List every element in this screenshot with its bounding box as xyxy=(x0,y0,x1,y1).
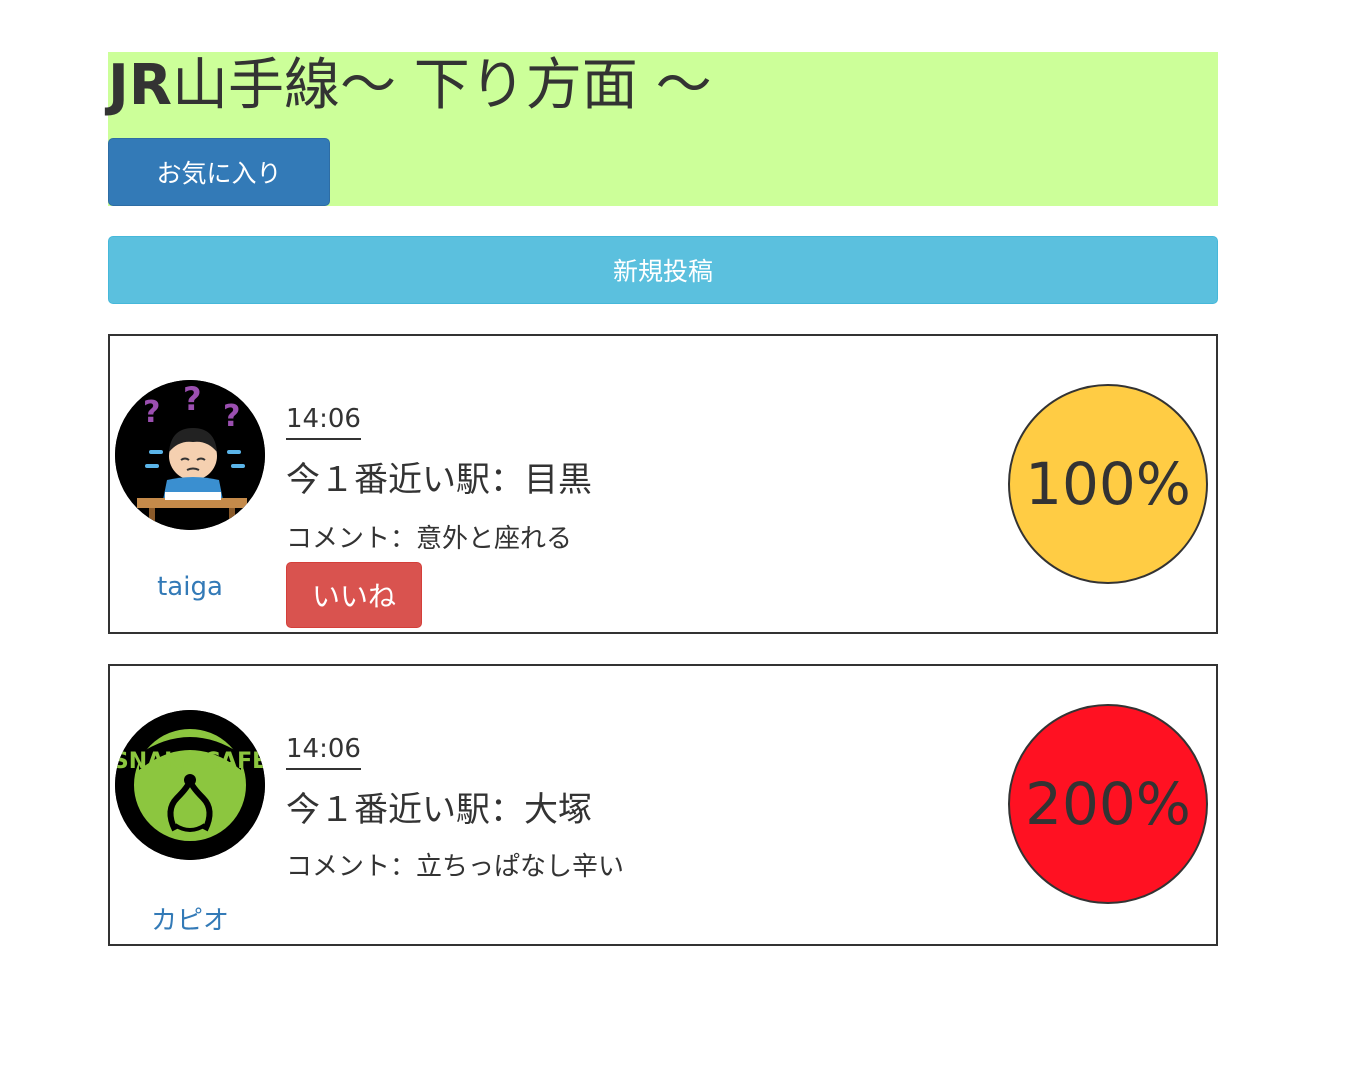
post-comment: コメント：立ちっぱなし辛い xyxy=(286,852,625,882)
congestion-rate: 200% xyxy=(1008,704,1208,904)
user-avatar[interactable]: SNAKE CAFE xyxy=(115,710,265,860)
user-name-link[interactable]: カピオ xyxy=(115,900,265,937)
post-card: ? ? ? taiga 14:06 今１番近い駅：目黒 コメント：意外と座れる … xyxy=(108,334,1218,634)
page-title-brand: JR xyxy=(108,53,172,118)
nearest-station: 今１番近い駅：目黒 xyxy=(286,460,592,500)
post-card: SNAKE CAFE カピオ 14:06 今１番近い駅：大塚 コメント：立ちっぱ… xyxy=(108,664,1218,946)
nearest-station: 今１番近い駅：大塚 xyxy=(286,790,592,830)
svg-text:?: ? xyxy=(223,399,240,434)
post-comment: コメント：意外と座れる xyxy=(286,524,573,554)
new-post-button[interactable]: 新規投稿 xyxy=(108,236,1218,304)
snake-cafe-logo-text: SNAKE CAFE xyxy=(115,749,265,774)
user-name-link[interactable]: taiga xyxy=(115,572,265,602)
favorite-button[interactable]: お気に入り xyxy=(108,138,330,206)
snake-cafe-logo-icon: SNAKE CAFE xyxy=(115,710,265,860)
congestion-rate: 100% xyxy=(1008,384,1208,584)
post-time: 14:06 xyxy=(286,404,361,440)
post-time: 14:06 xyxy=(286,734,361,770)
svg-text:?: ? xyxy=(143,395,160,430)
user-avatar[interactable]: ? ? ? xyxy=(115,380,265,530)
like-button[interactable]: いいね xyxy=(286,562,422,628)
line-header: JR山手線〜 下り方面 〜 お気に入り xyxy=(108,52,1218,206)
page-title-rest: 山手線〜 下り方面 〜 xyxy=(171,53,712,118)
page-title: JR山手線〜 下り方面 〜 xyxy=(108,52,712,120)
main-container: JR山手線〜 下り方面 〜 お気に入り 新規投稿 ? ? ? taiga 14:… xyxy=(108,52,1218,946)
confused-student-icon: ? ? ? xyxy=(115,380,265,530)
svg-text:?: ? xyxy=(183,380,202,418)
